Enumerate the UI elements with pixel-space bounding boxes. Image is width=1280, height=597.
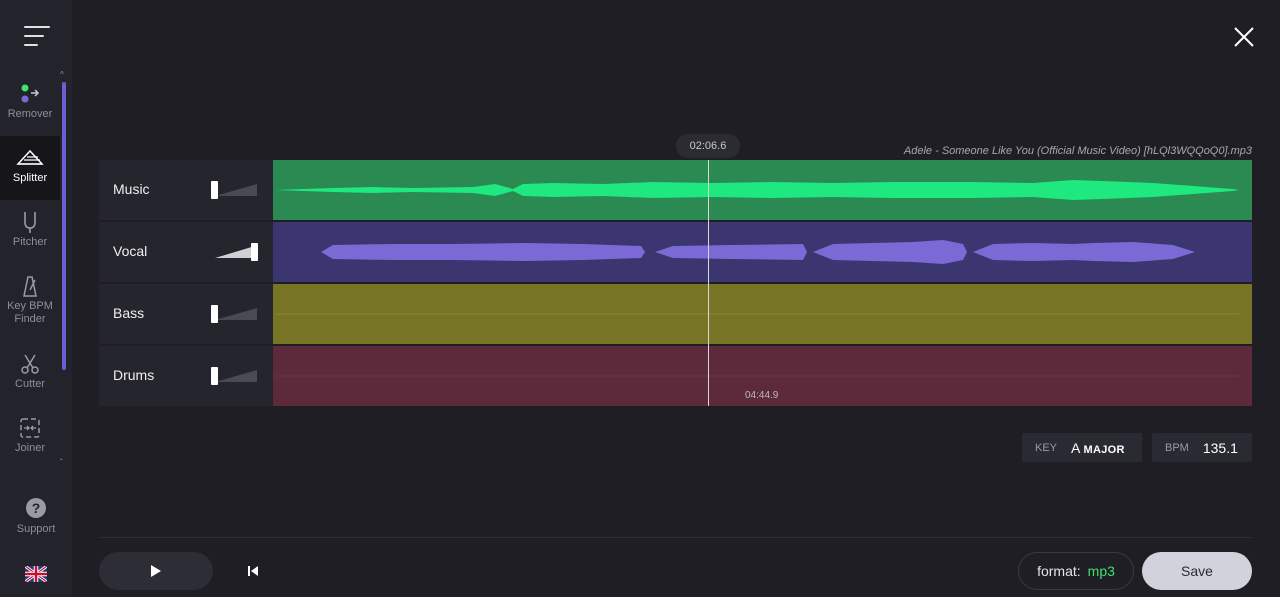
track-music: Music (99, 160, 1252, 220)
play-button[interactable] (99, 552, 213, 590)
track-vocal: Vocal (99, 222, 1252, 282)
support-link[interactable]: ? Support (0, 497, 72, 535)
sidebar-nav: Remover Splitter Pitcher Key BPM Finder … (0, 72, 60, 468)
key-note: A (1071, 439, 1080, 456)
uk-flag-icon[interactable] (24, 564, 48, 584)
sidebar-item-label: Cutter (15, 378, 45, 390)
track-header: Bass (99, 284, 273, 344)
bpm-label: BPM (1165, 441, 1189, 454)
sidebar-item-label: Splitter (12, 172, 48, 184)
svg-text:?: ? (32, 500, 41, 516)
sidebar-item-key-bpm-finder[interactable]: Key BPM Finder (0, 264, 60, 328)
current-time-badge: 02:06.6 (676, 134, 740, 158)
track-header: Music (99, 160, 273, 220)
track-list: Music Vocal Bass Drums 04:44.9 (99, 160, 1252, 406)
bpm-display: BPM 135.1 (1152, 433, 1252, 462)
music-waveform[interactable] (273, 160, 1252, 220)
track-name: Drums (113, 367, 155, 383)
pitcher-icon (0, 210, 60, 236)
skip-back-icon (248, 566, 258, 576)
bpm-value: 135.1 (1202, 439, 1238, 456)
key-display: KEY A MAJOR (1022, 433, 1142, 462)
bass-volume-slider[interactable] (211, 304, 259, 324)
close-icon[interactable] (1232, 25, 1256, 49)
scroll-up-icon[interactable]: ^ (60, 70, 64, 79)
menu-icon[interactable] (24, 26, 50, 46)
sidebar-item-label: Joiner (15, 442, 45, 454)
track-name: Bass (113, 305, 145, 321)
metronome-icon (0, 274, 60, 300)
scroll-down-icon[interactable]: ˇ (60, 458, 63, 467)
format-value: mp3 (1087, 563, 1115, 579)
track-name: Music (113, 181, 150, 197)
track-name: Vocal (113, 243, 148, 259)
sidebar-item-remover[interactable]: Remover (0, 72, 60, 136)
bass-waveform[interactable] (273, 284, 1252, 344)
sidebar-item-joiner[interactable]: Joiner (0, 406, 60, 470)
file-name: Adele - Someone Like You (Official Music… (903, 145, 1252, 157)
format-label: format: (1037, 563, 1081, 579)
key-value: A MAJOR (1071, 440, 1125, 456)
sidebar-scrollbar[interactable] (62, 82, 66, 370)
remover-icon (0, 82, 60, 108)
vocal-waveform[interactable] (273, 222, 1252, 282)
joiner-icon (0, 416, 60, 442)
drums-volume-slider[interactable] (211, 366, 259, 386)
format-selector[interactable]: format: mp3 (1018, 552, 1134, 590)
play-icon (151, 565, 161, 577)
track-header: Drums (99, 346, 273, 406)
sidebar: ^ ˇ Remover Splitter Pitcher Key BPM Fin (0, 0, 72, 597)
sidebar-item-pitcher[interactable]: Pitcher (0, 200, 60, 264)
divider (99, 537, 1252, 538)
support-label: Support (16, 523, 56, 535)
end-time-label: 04:44.9 (745, 390, 779, 401)
help-icon: ? (0, 497, 72, 523)
splitter-icon (0, 146, 60, 172)
save-button[interactable]: Save (1142, 552, 1252, 590)
key-mode: MAJOR (1083, 443, 1125, 456)
key-label: KEY (1035, 441, 1058, 454)
track-header: Vocal (99, 222, 273, 282)
sidebar-item-splitter[interactable]: Splitter (0, 136, 60, 200)
playhead[interactable] (708, 160, 709, 406)
sidebar-item-label: Remover (7, 108, 53, 120)
scissors-icon (0, 352, 60, 378)
sidebar-item-cutter[interactable]: Cutter (0, 342, 60, 406)
vocal-volume-slider[interactable] (211, 242, 259, 262)
sidebar-item-label: Key BPM Finder (7, 300, 53, 325)
track-bass: Bass (99, 284, 1252, 344)
track-drums: Drums (99, 346, 1252, 406)
sidebar-item-label: Pitcher (12, 236, 48, 248)
skip-to-start-button[interactable] (244, 563, 262, 579)
music-volume-slider[interactable] (211, 180, 259, 200)
